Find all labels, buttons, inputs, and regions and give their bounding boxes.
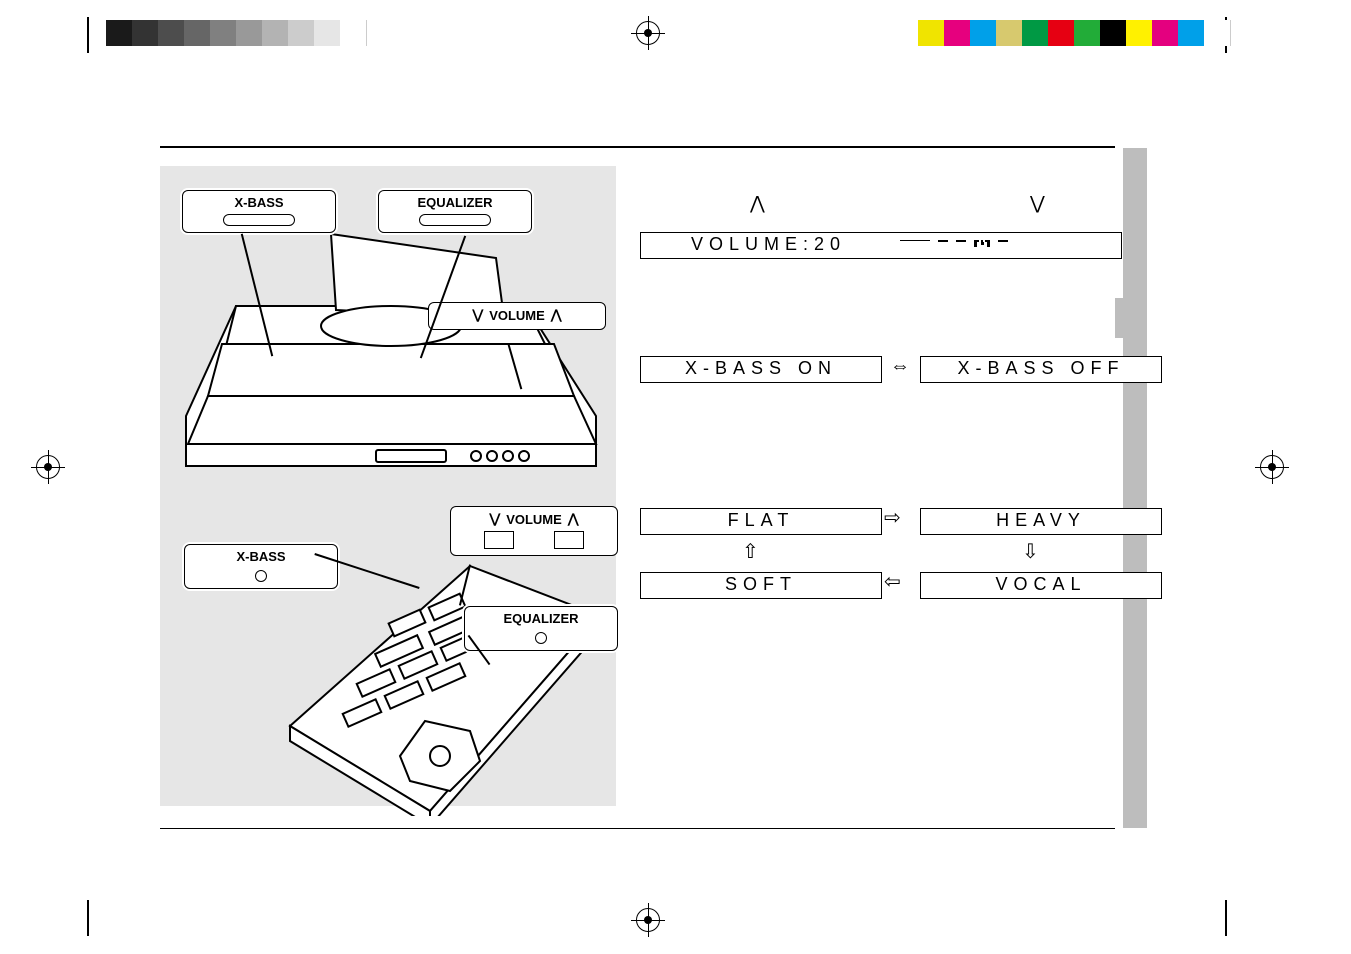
display-eq-flat: FLAT <box>640 508 882 535</box>
chevron-up-icon: ⋀ <box>750 194 765 212</box>
callout-label: VOLUME <box>506 512 562 527</box>
chevron-down-icon: ⋁ <box>1030 194 1045 212</box>
display-text: HEAVY <box>996 510 1086 531</box>
callout-label: VOLUME <box>489 308 545 323</box>
arrow-left-icon: ⇦ <box>884 572 901 592</box>
callout-equalizer-unit: EQUALIZER <box>378 190 532 233</box>
crop-mark <box>1225 900 1227 936</box>
registration-target-icon <box>636 908 660 932</box>
registration-target-icon <box>36 455 60 479</box>
callout-xbass-remote: X-BASS <box>184 544 338 589</box>
crop-mark <box>87 900 89 936</box>
arrow-up-icon: ⇧ <box>742 542 759 562</box>
arrow-down-icon: ⇩ <box>1022 542 1039 562</box>
display-text: SOFT <box>725 574 797 595</box>
display-eq-vocal: VOCAL <box>920 572 1162 599</box>
chevron-up-icon: ⋀ <box>551 307 562 323</box>
display-text: FLAT <box>728 510 795 531</box>
display-xbass-on: X-BASS ON <box>640 356 882 383</box>
display-text: X-BASS ON <box>685 358 837 379</box>
display-text: VOCAL <box>995 574 1086 595</box>
display-eq-heavy: HEAVY <box>920 508 1162 535</box>
main-unit-illustration <box>166 206 614 506</box>
registration-target-icon <box>1260 455 1284 479</box>
manual-page: X-BASS EQUALIZER ⋁ VOLUME ⋀ <box>160 146 1115 829</box>
chevron-down-icon: ⋁ <box>473 307 484 323</box>
callout-label: X-BASS <box>234 195 283 210</box>
color-calibration-bar <box>918 20 1231 46</box>
display-xbass-off: X-BASS OFF <box>920 356 1162 383</box>
grayscale-calibration-bar <box>106 20 367 46</box>
display-volume: VOLUME:20 <box>640 232 1122 259</box>
callout-equalizer-remote: EQUALIZER <box>464 606 618 651</box>
section-tab-gutter <box>1123 148 1147 828</box>
remote-illustration <box>280 556 600 816</box>
illustration-panel: X-BASS EQUALIZER ⋁ VOLUME ⋀ <box>160 166 616 806</box>
double-arrow-icon: ⇔ <box>890 356 910 376</box>
callout-label: X-BASS <box>236 549 285 564</box>
display-indicator-icons <box>900 240 1008 245</box>
callout-xbass-unit: X-BASS <box>182 190 336 233</box>
callout-label: EQUALIZER <box>503 611 578 626</box>
display-text: X-BASS OFF <box>957 358 1124 379</box>
registration-target-icon <box>636 21 660 45</box>
display-text: VOLUME:20 <box>691 234 846 255</box>
display-eq-soft: SOFT <box>640 572 882 599</box>
callout-volume-remote: ⋁ VOLUME ⋀ <box>450 506 618 556</box>
crop-mark <box>87 17 89 53</box>
arrow-right-icon: ⇨ <box>884 508 901 528</box>
callout-volume-unit: ⋁ VOLUME ⋀ <box>428 302 606 330</box>
chevron-down-icon: ⋁ <box>490 511 501 527</box>
callout-label: EQUALIZER <box>417 195 492 210</box>
chevron-up-icon: ⋀ <box>568 511 579 527</box>
